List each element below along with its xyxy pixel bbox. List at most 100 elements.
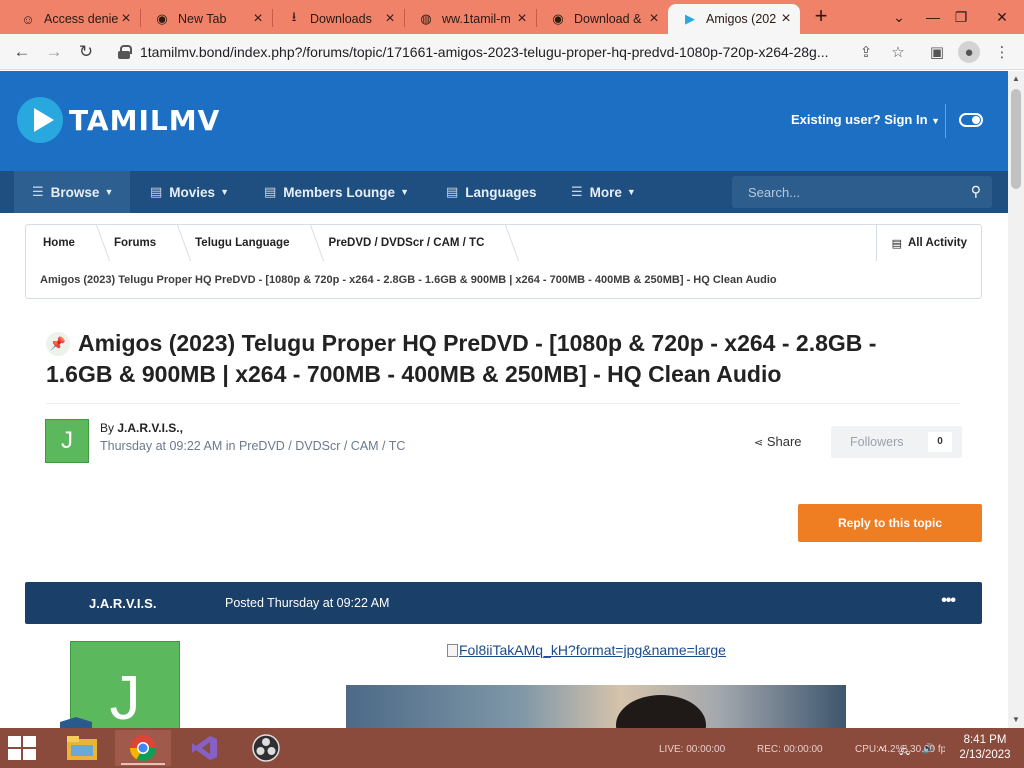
profile-avatar-icon[interactable]: ● <box>958 41 980 63</box>
share-button[interactable]: ⋖ Share <box>754 434 802 449</box>
post-author[interactable]: J.A.R.V.I.S. <box>89 596 156 611</box>
lock-icon[interactable] <box>118 45 132 59</box>
tab-download[interactable]: ◉ Download & × <box>536 4 668 34</box>
scrollbar-thumb[interactable] <box>1011 89 1021 189</box>
globe-icon: ◍ <box>420 11 432 26</box>
taskbar: LIVE: 00:00:00 REC: 00:00:00 CPU: 4.2%, … <box>0 728 1024 768</box>
breadcrumb: Home Forums Telugu Language PreDVD / DVD… <box>25 224 982 299</box>
restore-button[interactable]: ❐ <box>944 4 978 30</box>
back-arrow-icon[interactable]: ← <box>10 40 34 64</box>
obs-rec-status: REC: 00:00:00 <box>757 744 823 755</box>
bookmark-star-icon[interactable]: ☆ <box>888 42 908 62</box>
windows-start-icon[interactable] <box>8 736 38 760</box>
tab-downloads[interactable]: ⭳ Downloads × <box>272 4 404 34</box>
share-icon: ⋖ <box>754 437 764 449</box>
broken-image-link[interactable]: Fol8iiTakAMq_kH?format=jpg&name=large <box>447 642 726 658</box>
document-icon: ▤ <box>264 184 277 199</box>
broken-image-icon <box>447 644 458 657</box>
chrome-icon: ◉ <box>156 11 168 26</box>
post-date: Posted Thursday at 09:22 AM <box>225 596 390 610</box>
pin-icon: 📌 <box>46 332 70 356</box>
tamilmv-icon: ▶ <box>685 11 695 26</box>
theme-toggle[interactable] <box>959 113 983 127</box>
breadcrumb-current: Amigos (2023) Telugu Proper HQ PreDVD - … <box>40 274 777 286</box>
file-explorer-icon[interactable] <box>54 730 110 766</box>
tab-close-icon[interactable]: × <box>778 10 794 28</box>
followers-button[interactable]: Followers 0 <box>831 426 962 458</box>
close-window-button[interactable]: ✕ <box>985 4 1019 30</box>
kebab-menu-icon[interactable]: ⋮ <box>992 42 1012 62</box>
search-input[interactable]: Search... ⚲ <box>732 176 992 208</box>
side-panel-icon[interactable]: ▣ <box>927 42 947 62</box>
main-nav: ☰ Browse ▼ ▤ Movies ▼ ▤ Members Lounge ▼ ▤ Lang… <box>0 171 1008 213</box>
obs-studio-icon[interactable] <box>238 730 294 766</box>
forward-arrow-icon[interactable]: → <box>42 40 66 64</box>
activity-icon: ▤ <box>891 237 902 250</box>
scroll-up-icon: ▲ <box>1012 74 1020 83</box>
menu-icon: ☰ <box>571 184 583 199</box>
nav-more[interactable]: ☰ More ▼ <box>571 171 636 213</box>
tab-close-icon[interactable]: × <box>514 10 530 28</box>
poster-image[interactable] <box>346 685 846 728</box>
tab-close-icon[interactable]: × <box>250 10 266 28</box>
followers-count: 0 <box>928 432 952 452</box>
tab-close-icon[interactable]: × <box>118 10 134 28</box>
new-tab-button[interactable]: + <box>810 5 832 29</box>
share-page-icon[interactable]: ⇪ <box>856 42 876 62</box>
volume-icon[interactable]: 🔊 <box>922 744 934 755</box>
visual-studio-icon[interactable] <box>176 730 232 766</box>
nav-languages[interactable]: ▤ Languages <box>446 171 537 213</box>
chrome-taskbar-icon[interactable] <box>115 730 171 766</box>
author-avatar[interactable]: J <box>45 419 89 463</box>
play-logo-icon <box>17 97 63 143</box>
address-bar[interactable]: 1tamilmv.bond/index.php?/forums/topic/17… <box>108 38 914 66</box>
document-icon: ▤ <box>446 184 459 199</box>
caret-down-icon: ▼ <box>220 187 229 197</box>
divider <box>46 403 960 404</box>
breadcrumb-telugu-language[interactable]: Telugu Language <box>178 225 311 261</box>
all-activity-link[interactable]: ▤ All Activity <box>875 225 981 261</box>
system-clock[interactable]: 8:41 PM 2/13/2023 <box>950 733 1020 763</box>
obs-live-status: LIVE: 00:00:00 <box>659 744 726 755</box>
breadcrumb-forums[interactable]: Forums <box>97 225 178 261</box>
download-icon: ⭳ <box>291 9 297 24</box>
tray-chevron-icon[interactable]: ˄ <box>878 744 884 755</box>
post-menu-icon[interactable]: ••• <box>941 592 956 610</box>
nav-movies[interactable]: ▤ Movies ▼ <box>150 171 229 213</box>
reload-icon[interactable]: ↻ <box>74 40 98 64</box>
network-icon[interactable]: 🖧 <box>899 744 910 761</box>
scroll-down-icon: ▼ <box>1012 715 1020 724</box>
nav-browse[interactable]: ☰ Browse ▼ <box>14 171 131 213</box>
breadcrumb-home[interactable]: Home <box>26 225 97 261</box>
header-divider <box>945 104 946 138</box>
cloudflare-icon: ☺ <box>21 11 35 27</box>
url-text[interactable]: 1tamilmv.bond/index.php?/forums/topic/17… <box>140 44 852 60</box>
reply-button[interactable]: Reply to this topic <box>798 504 982 542</box>
post-author-avatar[interactable]: J <box>70 641 180 728</box>
tab-close-icon[interactable]: × <box>382 10 398 28</box>
tab-1tamil[interactable]: ◍ ww.1tamil-m × <box>404 4 536 34</box>
breadcrumb-predvd[interactable]: PreDVD / DVDScr / CAM / TC <box>311 225 506 261</box>
tab-new-tab[interactable]: ◉ New Tab × <box>140 4 272 34</box>
tab-search-chevron-icon[interactable]: ⌄ <box>882 4 916 30</box>
caret-down-icon: ▼ <box>626 187 636 197</box>
search-icon[interactable]: ⚲ <box>971 183 981 200</box>
nav-members-lounge[interactable]: ▤ Members Lounge ▼ <box>264 171 409 213</box>
tab-access-denied[interactable]: ☺ Access denie × <box>6 4 140 34</box>
chrome-icon: ◉ <box>552 11 564 26</box>
page-scrollbar[interactable]: ▲ ▼ <box>1008 71 1024 728</box>
topic-title-block: 📌 Amigos (2023) Telugu Proper HQ PreDVD -… <box>46 328 946 390</box>
site-logo[interactable]: TAMILMV <box>17 97 220 143</box>
author-link[interactable]: J.A.R.V.I.S., <box>117 421 183 435</box>
post-header: J.A.R.V.I.S. Posted Thursday at 09:22 AM… <box>25 582 982 624</box>
site-header: TAMILMV Existing user? Sign In ▼ <box>0 71 1008 171</box>
list-icon: ☰ <box>32 184 44 199</box>
caret-down-icon: ▼ <box>400 187 409 197</box>
caret-down-icon: ▼ <box>104 187 114 197</box>
page-viewport: TAMILMV Existing user? Sign In ▼ ☰ Browse… <box>0 71 1008 728</box>
sign-in-link[interactable]: Existing user? Sign In ▼ <box>791 112 940 127</box>
topic-meta: Thursday at 09:22 AM in PreDVD / DVDScr … <box>100 439 406 453</box>
tab-amigos-active[interactable]: ▶ Amigos (202 × <box>668 4 800 34</box>
tab-close-icon[interactable]: × <box>646 10 662 28</box>
page-title: Amigos (2023) Telugu Proper HQ PreDVD - … <box>46 330 877 387</box>
